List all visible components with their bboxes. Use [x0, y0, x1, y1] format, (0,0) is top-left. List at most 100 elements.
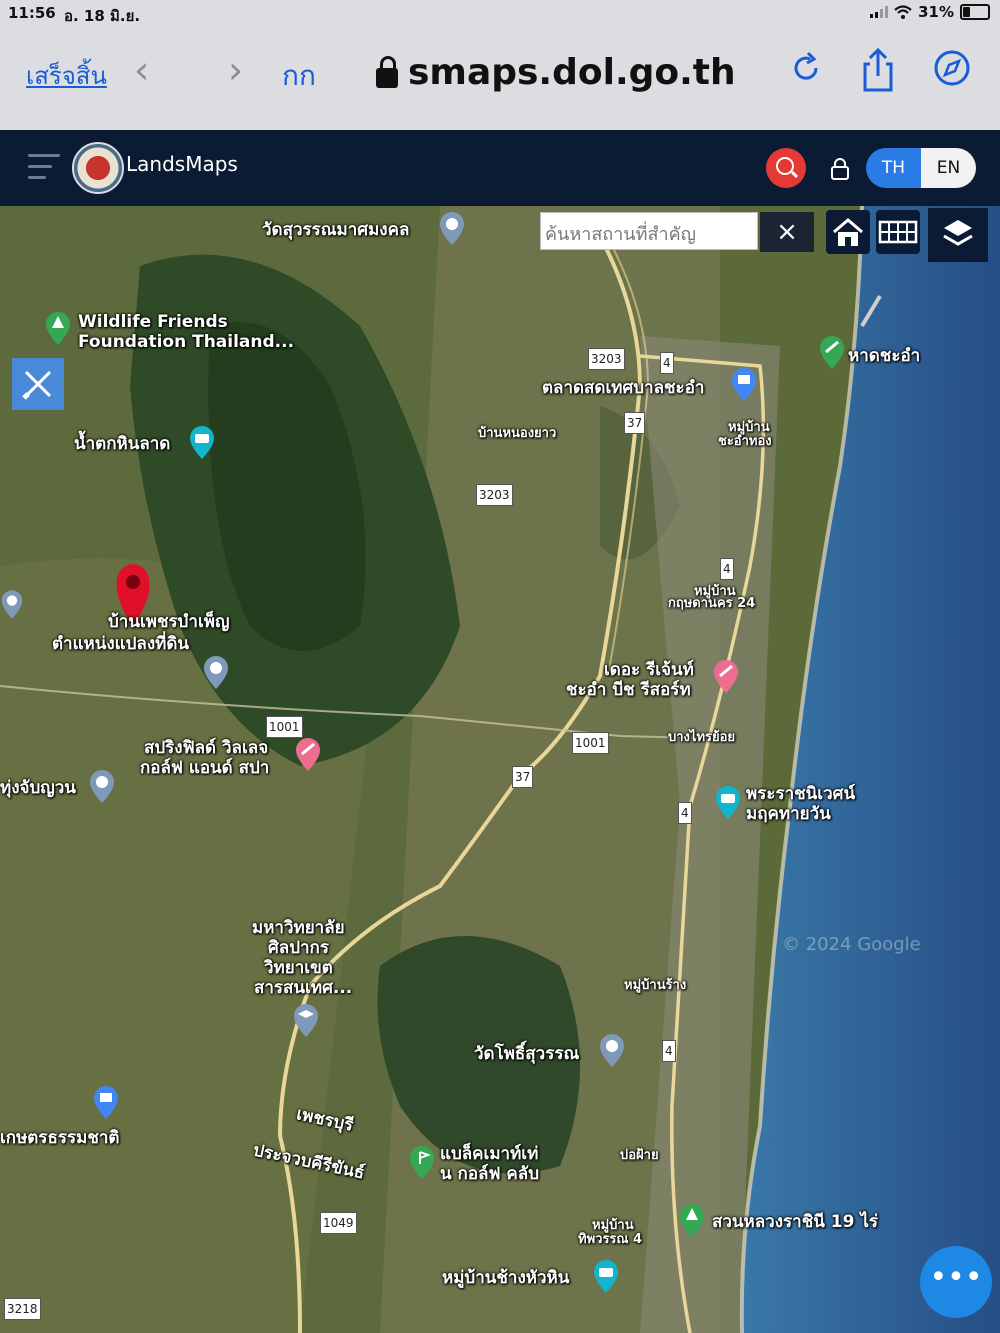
road-shield: 1049	[320, 1212, 357, 1234]
park-icon[interactable]	[44, 310, 72, 346]
menu-icon[interactable]	[28, 154, 60, 187]
temple-icon[interactable]	[202, 654, 230, 690]
status-date: อ. 18 มิ.ย.	[64, 7, 141, 25]
road-shield: 4	[720, 558, 734, 580]
road-shield: 3203	[588, 348, 625, 370]
wifi-icon	[894, 5, 912, 19]
map-label[interactable]: มฤคทายวัน	[746, 804, 831, 824]
road-shield: 3218	[4, 1298, 41, 1320]
map-label[interactable]: หาดชะอำ	[848, 346, 920, 366]
status-right: 31%	[870, 3, 990, 21]
map-label[interactable]: ชะอำทอง	[718, 434, 772, 449]
map-label[interactable]: สารสนเทศ...	[254, 978, 352, 998]
map-label[interactable]: ศิลปากร	[268, 938, 329, 958]
university-icon[interactable]	[292, 1002, 320, 1038]
map-label[interactable]: วัดสุวรรณมาศมงคล	[262, 220, 409, 240]
temple-icon[interactable]	[0, 586, 24, 622]
map-label[interactable]: กอล์ฟ แอนด์ สปา	[140, 758, 269, 778]
map-label[interactable]: บ้านหนองยาว	[478, 426, 556, 441]
map-label[interactable]: ทุ่งจับญวน	[0, 778, 76, 798]
map-label[interactable]: หมู่บ้าน	[592, 1218, 634, 1233]
road-shield: 37	[512, 766, 534, 788]
map-label[interactable]: ตลาดสดเทศบาลชะอำ	[542, 378, 704, 398]
forward-button[interactable]: ›	[228, 48, 243, 92]
layers-icon	[943, 220, 973, 246]
resort-icon[interactable]	[712, 658, 740, 694]
grid-icon	[878, 220, 918, 244]
map-label[interactable]: หมู่บ้าน	[728, 420, 770, 435]
golf-icon[interactable]	[408, 1144, 436, 1180]
map-label[interactable]: Foundation Thailand...	[78, 332, 294, 352]
share-icon[interactable]	[860, 48, 896, 92]
map-label[interactable]: กฤษดานคร 24	[668, 596, 755, 611]
department-logo	[72, 142, 124, 194]
layers-button[interactable]	[928, 208, 988, 262]
map-label[interactable]: บางไทรย้อย	[668, 730, 735, 745]
status-bar: 11:56 อ. 18 มิ.ย. 31%	[0, 0, 1000, 26]
lang-en-button[interactable]: EN	[921, 148, 976, 188]
road-shield: 1001	[266, 716, 303, 738]
clear-search-button[interactable]: ×	[760, 212, 814, 252]
home-icon	[833, 218, 863, 246]
map-label[interactable]: บ้านเพชรบำเพ็ญ	[108, 612, 229, 632]
grid-button[interactable]	[876, 210, 920, 254]
address-bar[interactable]: smaps.dol.go.th	[376, 52, 736, 93]
satellite-map[interactable]: วัดสุวรรณมาศมงคล Wildlife Friends Founda…	[0, 206, 1000, 1333]
map-label[interactable]: แบล็คเมาท์เท่	[440, 1144, 538, 1164]
more-options-button[interactable]: •••	[920, 1246, 992, 1318]
back-button[interactable]: ‹	[134, 48, 149, 92]
map-label[interactable]: หมู่บ้านช้างหัวหิน	[442, 1268, 569, 1288]
shopping-icon[interactable]	[92, 1084, 120, 1120]
map-label[interactable]: พระราชนิเวศน์	[746, 784, 855, 804]
home-button[interactable]	[826, 210, 870, 254]
padlock-icon[interactable]	[830, 158, 850, 180]
park-icon[interactable]	[678, 1202, 706, 1238]
map-label[interactable]: วัดโพธิ์สุวรรณ	[474, 1044, 579, 1064]
text-size-button[interactable]: กก	[282, 54, 316, 98]
map-label[interactable]: น้ำตกหินลาด	[74, 434, 170, 454]
temple-icon[interactable]	[88, 768, 116, 804]
road-shield: 3203	[476, 484, 513, 506]
compass-icon[interactable]	[932, 48, 972, 88]
temple-icon[interactable]	[598, 1032, 626, 1068]
map-label[interactable]: เกษตรธรรมชาติ	[0, 1128, 119, 1148]
browser-toolbar: เสร็จสิ้น ‹ › กก smaps.dol.go.th	[0, 26, 1000, 130]
road-shield: 4	[660, 352, 674, 374]
measure-tool-button[interactable]	[12, 358, 64, 410]
battery-percent: 31%	[918, 3, 954, 21]
ruler-pencil-icon	[22, 370, 52, 400]
app-title: LandsMaps	[126, 152, 238, 176]
signal-icon	[870, 6, 889, 18]
map-watermark: © 2024 Google	[782, 934, 921, 955]
pin-label[interactable]: ตำแหน่งแปลงที่ดิน	[52, 634, 189, 654]
camera-icon[interactable]	[592, 1258, 620, 1294]
map-label[interactable]: วิทยาเขต	[264, 958, 333, 978]
map-label[interactable]: หมู่บ้านร้าง	[624, 978, 686, 993]
map-label[interactable]: ทิพวรรณ 4	[578, 1232, 642, 1247]
map-label[interactable]: Wildlife Friends	[78, 312, 228, 332]
search-button[interactable]	[766, 148, 806, 188]
map-label[interactable]: สวนหลวงราชินี 19 ไร่	[712, 1212, 878, 1232]
road-shield: 37	[624, 412, 646, 434]
camera-icon[interactable]	[714, 784, 742, 820]
shopping-icon[interactable]	[730, 366, 758, 402]
map-label[interactable]: น กอล์ฟ คลับ	[440, 1164, 539, 1184]
map-label[interactable]: ชะอำ บีช รีสอร์ท	[566, 680, 691, 700]
language-toggle: TH EN	[866, 148, 976, 188]
map-label[interactable]: เดอะ รีเจ้นท์	[604, 660, 694, 680]
beach-icon[interactable]	[818, 334, 846, 370]
reload-icon[interactable]	[790, 48, 822, 88]
map-label[interactable]: สปริงฟิลด์ วิลเลจ	[144, 738, 268, 758]
done-button[interactable]: เสร็จสิ้น	[26, 56, 107, 95]
map-label[interactable]: บ่อฝ้าย	[620, 1148, 659, 1163]
lang-th-button[interactable]: TH	[866, 148, 921, 188]
golf-icon[interactable]	[294, 736, 322, 772]
camera-icon[interactable]	[188, 424, 216, 460]
app-header: LandsMaps TH EN	[0, 130, 1000, 206]
road-shield: 1001	[572, 732, 609, 754]
place-search-input[interactable]: ค้นหาสถานที่สำคัญ	[540, 212, 758, 250]
road-shield: 4	[662, 1040, 676, 1062]
url-text: smaps.dol.go.th	[408, 52, 736, 93]
temple-icon[interactable]	[438, 210, 466, 246]
map-label[interactable]: มหาวิทยาลัย	[252, 918, 345, 938]
